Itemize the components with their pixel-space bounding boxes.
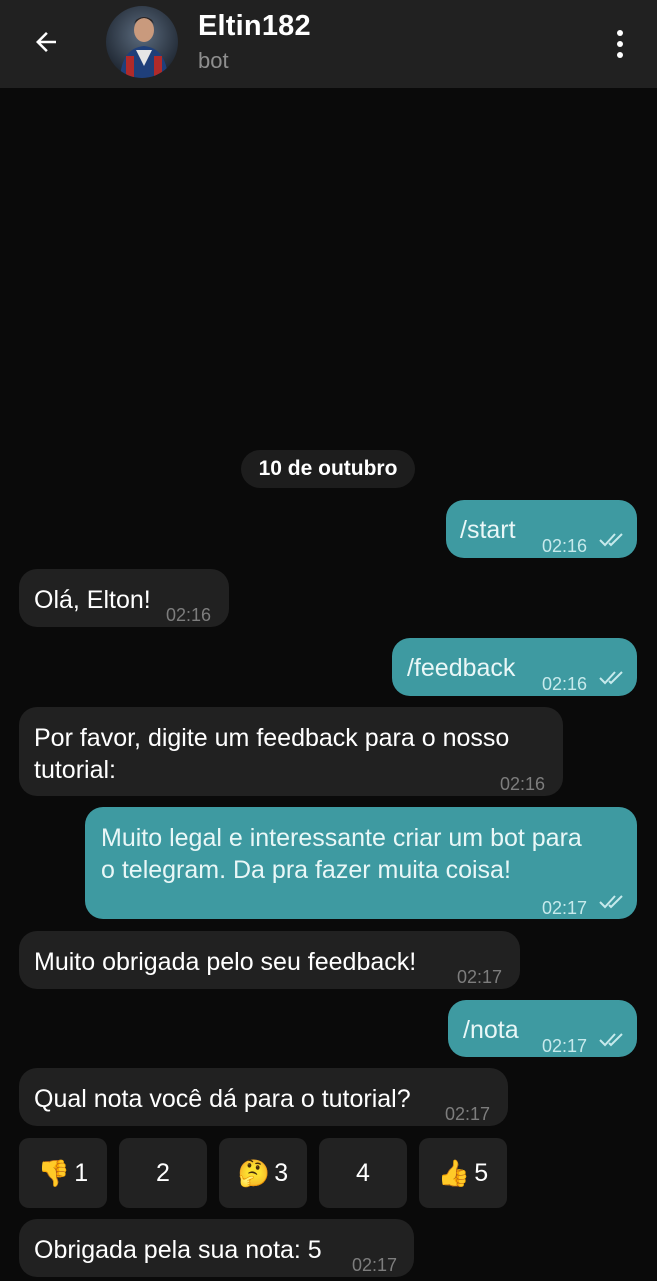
rating-button-5[interactable]: 👍 5 (419, 1138, 507, 1208)
message-time: 02:17 (457, 967, 503, 987)
message-outgoing[interactable]: /start 02:16 (446, 500, 637, 558)
rating-button-4[interactable]: 4 (319, 1138, 407, 1208)
message-time: 02:16 (166, 605, 212, 625)
message-time: 02:17 (542, 898, 588, 918)
message-text: Qual nota você dá para o tutorial? (34, 1085, 411, 1113)
message-text: /nota (463, 1016, 519, 1044)
rating-button-1[interactable]: 👎 1 (19, 1138, 107, 1208)
chat-header: Eltin182 bot (0, 0, 657, 88)
arrow-left-icon (36, 32, 56, 52)
more-vertical-icon (617, 30, 623, 36)
back-button[interactable] (22, 20, 70, 64)
message-incoming[interactable]: Qual nota você dá para o tutorial? 02:17 (19, 1068, 508, 1126)
message-text: /feedback (407, 654, 516, 682)
message-outgoing[interactable]: Muito legal e interessante criar um bot … (85, 807, 637, 919)
message-incoming[interactable]: Olá, Elton! 02:16 (19, 569, 229, 627)
message-text: /start (460, 516, 516, 544)
more-options-button[interactable] (605, 22, 635, 66)
rating-button-label: 2 (156, 1158, 170, 1187)
message-outgoing[interactable]: /feedback 02:16 (392, 638, 637, 696)
avatar[interactable] (106, 6, 178, 78)
rating-button-label: 3 (274, 1158, 289, 1187)
rating-button-label: 1 (74, 1158, 89, 1187)
rating-button-3[interactable]: 🤔 3 (219, 1138, 307, 1208)
double-check-icon (599, 1033, 623, 1047)
message-text: Muito obrigada pelo seu feedback! (34, 948, 417, 976)
message-incoming[interactable]: Muito obrigada pelo seu feedback! 02:17 (19, 931, 520, 989)
message-text-line: Por favor, digite um feedback para o nos… (34, 724, 510, 752)
message-text: Olá, Elton! (34, 586, 151, 614)
message-time: 02:17 (542, 1036, 588, 1056)
rating-button-label: 5 (474, 1158, 489, 1187)
double-check-icon (599, 671, 623, 685)
thumbs-up-icon: 👍 (437, 1157, 471, 1188)
rating-button-2[interactable]: 2 (119, 1138, 207, 1208)
message-time: 02:16 (542, 536, 588, 556)
double-check-icon (599, 895, 623, 909)
chat-title[interactable]: Eltin182 (198, 10, 311, 43)
message-incoming[interactable]: Por favor, digite um feedback para o nos… (19, 707, 563, 796)
message-time: 02:16 (542, 674, 588, 694)
message-time: 02:17 (445, 1104, 491, 1124)
message-outgoing[interactable]: /nota 02:17 (448, 1000, 637, 1057)
message-text-line: Muito legal e interessante criar um bot … (101, 824, 582, 852)
date-separator: 10 de outubro (241, 450, 415, 488)
thinking-face-icon: 🤔 (237, 1157, 271, 1188)
message-incoming[interactable]: Obrigada pela sua nota: 5 02:17 (19, 1219, 414, 1277)
message-text: Obrigada pela sua nota: 5 (34, 1236, 322, 1264)
chat-subtitle: bot (198, 48, 229, 73)
message-text-line: o telegram. Da pra fazer muita coisa! (101, 856, 511, 884)
message-time: 02:17 (352, 1255, 398, 1275)
thumbs-down-icon: 👎 (37, 1157, 71, 1188)
double-check-icon (599, 533, 623, 547)
message-text-line: tutorial: (34, 756, 116, 784)
rating-button-label: 4 (356, 1158, 370, 1187)
message-time: 02:16 (500, 774, 546, 794)
